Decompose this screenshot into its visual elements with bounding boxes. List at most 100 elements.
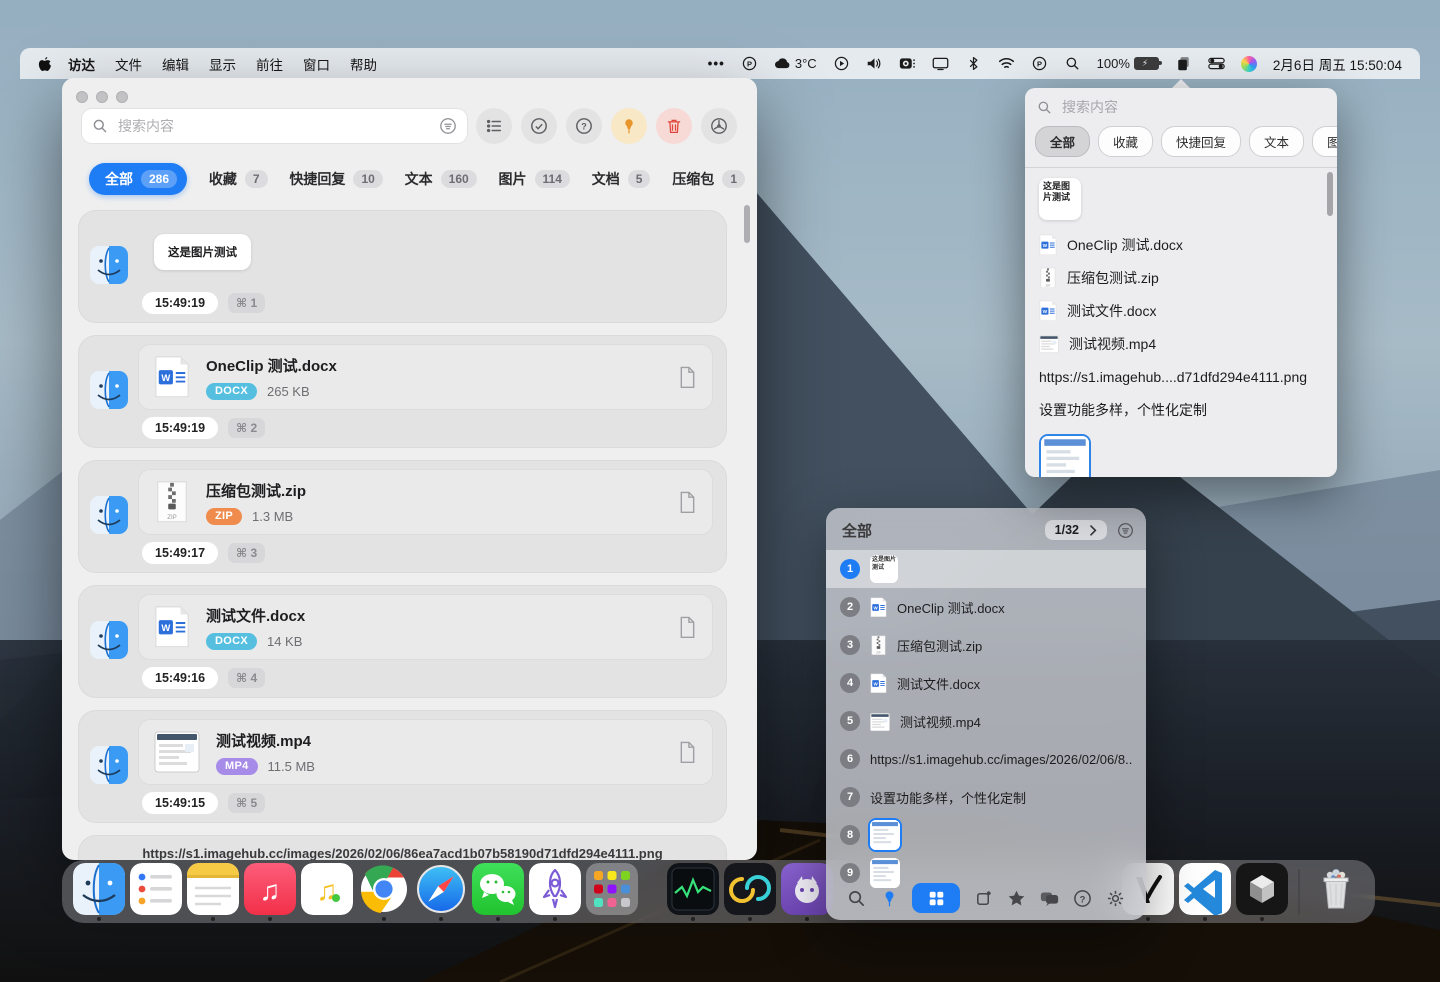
play-circle-status-icon[interactable]	[825, 56, 858, 71]
copy-as-file-icon[interactable]	[678, 616, 697, 639]
clear-all-button[interactable]	[656, 108, 692, 144]
control-center-status-icon[interactable]	[1200, 56, 1233, 71]
clipboard-status-icon[interactable]	[1167, 56, 1200, 71]
menu-窗口[interactable]: 窗口	[293, 54, 340, 74]
dock-app-unity[interactable]	[1236, 863, 1288, 921]
clipboard-item[interactable]: WOneClip 测试.docxDOCX265 KB15:49:19⌘ 2	[78, 335, 727, 448]
dock-app-chrome[interactable]	[358, 863, 410, 921]
grid-tool-icon[interactable]	[912, 883, 960, 913]
clipboard-item[interactable]: ZIP压缩包测试.zipZIP1.3 MB15:49:17⌘ 3	[78, 460, 727, 573]
volume-status-icon[interactable]	[858, 56, 891, 71]
clipboard-item[interactable]: https://s1.imagehub.cc/images/2026/02/06…	[78, 835, 727, 860]
search-tool-icon[interactable]	[846, 888, 866, 908]
tab-全部[interactable]: 全部286	[89, 163, 187, 195]
parallels-status-icon[interactable]: P	[733, 56, 766, 71]
scrollbar-thumb[interactable]	[744, 205, 750, 243]
quick-item-4[interactable]: 4W测试文件.docx	[826, 664, 1146, 702]
tab-收藏[interactable]: 收藏7	[209, 169, 268, 189]
dropdown-search-bar[interactable]	[1025, 88, 1337, 122]
help-button[interactable]: ?	[566, 108, 602, 144]
search-input[interactable]	[116, 117, 439, 135]
clipboard-item[interactable]: W测试文件.docxDOCX14 KB15:49:16⌘ 4	[78, 585, 727, 698]
dock-app-trash[interactable]	[1310, 863, 1362, 921]
close-window-button[interactable]	[76, 91, 88, 103]
dropdown-image-thumb[interactable]: 这是图片测试	[1039, 178, 1081, 220]
dock-app-finder[interactable]	[73, 863, 125, 921]
menu-显示[interactable]: 显示	[199, 54, 246, 74]
settings-dial-button[interactable]	[701, 108, 737, 144]
tab-快捷回复[interactable]: 快捷回复10	[289, 169, 382, 189]
pin-button[interactable]	[611, 108, 647, 144]
quick-item-5[interactable]: 5测试视频.mp4	[826, 702, 1146, 740]
search-status-icon[interactable]	[1056, 56, 1089, 71]
dock-app-vscode[interactable]	[1179, 863, 1231, 921]
next-page-icon[interactable]	[1089, 524, 1097, 537]
clipboard-item[interactable]: 测试视频.mp4MP411.5 MB15:49:15⌘ 5	[78, 710, 727, 823]
copy-as-file-icon[interactable]	[678, 366, 697, 389]
dropdown-list-item[interactable]: W测试文件.docx	[1039, 294, 1337, 327]
quick-item-2[interactable]: 2WOneClip 测试.docx	[826, 588, 1146, 626]
pagination[interactable]: 1/32	[1045, 520, 1107, 540]
dock-app-reminders[interactable]	[130, 863, 182, 921]
dock-app-notes[interactable]	[187, 863, 239, 921]
star-tool-icon[interactable]	[1007, 888, 1027, 908]
chat-tool-icon[interactable]	[1040, 888, 1060, 908]
zoom-window-button[interactable]	[116, 91, 128, 103]
menu-文件[interactable]: 文件	[105, 54, 152, 74]
minimize-window-button[interactable]	[96, 91, 108, 103]
siri-status-icon[interactable]	[1233, 56, 1265, 72]
weather-status-icon[interactable]: 3°C	[766, 56, 825, 71]
copy-as-file-icon[interactable]	[678, 491, 697, 514]
dropdown-tab-快捷回复[interactable]: 快捷回复	[1161, 126, 1241, 157]
dropdown-list-item[interactable]: ZIP压缩包测试.zip	[1039, 261, 1337, 294]
dropdown-list-item[interactable]: https://s1.imagehub....d71dfd294e4111.pn…	[1039, 360, 1337, 393]
dropdown-scrollbar-thumb[interactable]	[1327, 172, 1333, 216]
copy-as-file-icon[interactable]	[678, 741, 697, 764]
tab-文本[interactable]: 文本160	[405, 169, 477, 189]
bluetooth-status-icon[interactable]	[957, 56, 990, 71]
quick-item-1[interactable]: 1这是图片测试	[826, 550, 1146, 588]
copy-tool-icon[interactable]	[973, 888, 993, 908]
tab-图片[interactable]: 图片114	[499, 169, 570, 189]
menu-编辑[interactable]: 编辑	[152, 54, 199, 74]
speaker-grill-status-icon[interactable]	[891, 56, 924, 71]
clipboard-item[interactable]: 这是图片测试15:49:19⌘ 1	[78, 210, 727, 323]
dropdown-list-item[interactable]: WOneClip 测试.docx	[1039, 228, 1337, 261]
dropdown-list-item[interactable]: 设置功能多样，个性化定制	[1039, 393, 1337, 426]
tab-压缩包[interactable]: 压缩包1	[672, 169, 745, 189]
quick-item-7[interactable]: 7设置功能多样，个性化定制	[826, 778, 1146, 816]
wifi-status-icon[interactable]	[990, 56, 1023, 71]
dropdown-tab-文本[interactable]: 文本	[1249, 126, 1304, 157]
settings-tool-icon[interactable]	[1106, 888, 1126, 908]
quick-item-6[interactable]: 6https://s1.imagehub.cc/images/2026/02/0…	[826, 740, 1146, 778]
dock-app-wechat[interactable]	[472, 863, 524, 921]
menu-前往[interactable]: 前往	[246, 54, 293, 74]
display-status-icon[interactable]	[924, 56, 957, 71]
tab-文档[interactable]: 文档5	[592, 169, 651, 189]
pin-tool-icon[interactable]	[879, 888, 899, 908]
dock-app-safari[interactable]	[415, 863, 467, 921]
dock-app-music[interactable]: ♫	[244, 863, 296, 921]
menu-访达[interactable]: 访达	[58, 54, 105, 74]
search-filter-icon[interactable]	[439, 117, 457, 135]
dropdown-tab-全部[interactable]: 全部	[1035, 126, 1090, 157]
dock-app-rocket[interactable]	[529, 863, 581, 921]
quick-item-8[interactable]: 8	[826, 816, 1146, 854]
dock-app-github[interactable]	[781, 863, 833, 921]
list-view-button[interactable]	[476, 108, 512, 144]
search-bar[interactable]	[82, 109, 467, 143]
parallels-status-icon[interactable]: P	[1023, 56, 1056, 71]
dock-app-activity[interactable]	[667, 863, 719, 921]
dock-app-qqmusic[interactable]: ♫	[301, 863, 353, 921]
multi-select-button[interactable]	[521, 108, 557, 144]
dropdown-list-item[interactable]: 测试视频.mp4	[1039, 327, 1337, 360]
quick-item-3[interactable]: 3ZIP压缩包测试.zip	[826, 626, 1146, 664]
apple-menu-icon[interactable]	[34, 56, 56, 72]
menubar-clock[interactable]: 2月6日 周五 15:50:04	[1265, 54, 1406, 74]
dock-app-launchpad[interactable]	[586, 863, 638, 921]
dropdown-screenshot-thumb[interactable]	[1039, 434, 1091, 477]
menubar-overflow-button[interactable]: •••	[700, 56, 733, 71]
dock-app-oneclip[interactable]	[724, 863, 776, 921]
dropdown-tab-收藏[interactable]: 收藏	[1098, 126, 1153, 157]
menu-帮助[interactable]: 帮助	[340, 54, 387, 74]
